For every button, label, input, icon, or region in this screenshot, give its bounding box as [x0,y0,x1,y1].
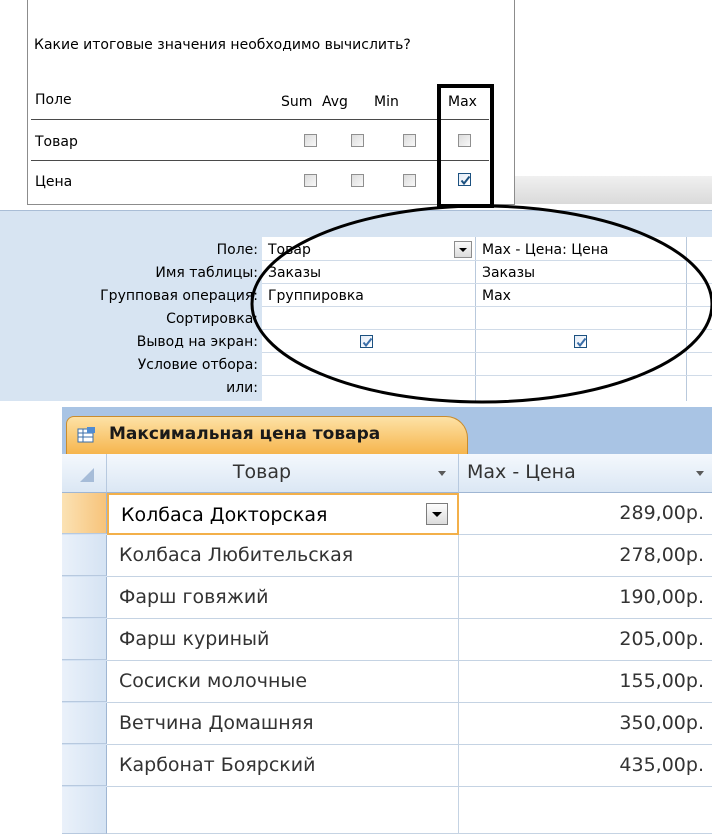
table-row[interactable]: Колбаса Докторская 289,00р. [62,493,712,535]
price-cell[interactable]: 190,00р. [459,577,712,619]
combo-dropdown-button[interactable] [426,503,448,525]
table-row[interactable]: Карбонат Боярский 435,00р. [62,745,712,787]
table-row[interactable]: Фарш куриный 205,00р. [62,619,712,661]
product-text: Колбаса Докторская [121,504,328,526]
row-selector[interactable] [62,493,107,534]
header-label-price: Max - Цена [467,461,576,483]
price-cell[interactable]: 205,00р. [459,619,712,661]
price-cell[interactable]: 289,00р. [459,493,712,535]
product-cell[interactable]: Фарш куриный [107,619,459,661]
table-row-partial[interactable] [62,787,712,834]
price-cell-empty[interactable] [459,787,712,834]
product-cell[interactable]: Колбаса Докторская [107,493,459,535]
table-row[interactable]: Сосиски молочные 155,00р. [62,661,712,703]
row-selector[interactable] [62,535,107,576]
table-row[interactable]: Фарш говяжий 190,00р. [62,577,712,619]
tab-max-price[interactable]: Максимальная цена товара [66,416,468,454]
price-cell[interactable]: 278,00р. [459,535,712,577]
select-all-corner[interactable] [62,454,107,493]
product-cell-empty[interactable] [107,787,459,834]
row-selector[interactable] [62,703,107,744]
price-cell[interactable]: 350,00р. [459,703,712,745]
product-cell[interactable]: Фарш говяжий [107,577,459,619]
table-row[interactable]: Ветчина Домашняя 350,00р. [62,703,712,745]
query-datasheet: Максимальная цена товара Товар Max - Цен… [62,407,712,834]
tab-title: Максимальная цена товара [109,424,381,444]
chevron-down-icon [432,512,442,517]
product-cell[interactable]: Сосиски молочные [107,661,459,703]
column-header-product[interactable]: Товар [107,454,459,493]
product-cell[interactable]: Карбонат Боярский [107,745,459,787]
row-selector[interactable] [62,787,107,834]
row-selector[interactable] [62,661,107,702]
price-cell[interactable]: 155,00р. [459,661,712,703]
sort-dropdown-icon[interactable] [695,470,705,478]
sort-dropdown-icon[interactable] [437,470,447,478]
row-selector[interactable] [62,745,107,786]
select-all-icon [80,468,94,482]
price-cell[interactable]: 435,00р. [459,745,712,787]
column-header-price[interactable]: Max - Цена [459,454,712,493]
product-cell[interactable]: Ветчина Домашняя [107,703,459,745]
table-row[interactable]: Колбаса Любительская 278,00р. [62,535,712,577]
product-cell[interactable]: Колбаса Любительская [107,535,459,577]
query-table-icon [77,427,95,443]
header-label-product: Товар [232,461,292,483]
row-selector[interactable] [62,577,107,618]
row-selector[interactable] [62,619,107,660]
